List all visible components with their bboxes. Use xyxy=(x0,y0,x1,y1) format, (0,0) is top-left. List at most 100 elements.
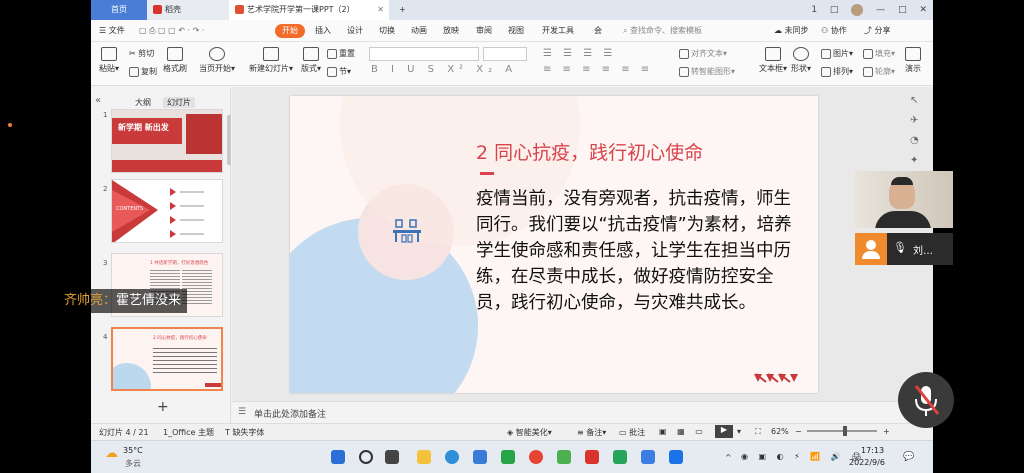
tab-docer[interactable]: 稻壳 xyxy=(147,0,229,20)
shape-button[interactable]: 形状▾ xyxy=(791,47,811,74)
notes-pane[interactable]: ☰ 单击此处添加备注 xyxy=(232,401,933,423)
search-icon[interactable] xyxy=(359,450,373,464)
zoom-slider-thumb[interactable] xyxy=(843,426,847,436)
menu-review[interactable]: 审阅 xyxy=(476,24,492,38)
slide-body-text[interactable]: 疫情当前，没有旁观者，抗击疫情，师生同行。我们要以“抗击疫情”为素材，培养学生使… xyxy=(476,186,806,316)
menu-slideshow[interactable]: 放映 xyxy=(443,24,459,38)
zoom-level[interactable]: 62% xyxy=(771,427,789,436)
picture-button[interactable]: 图片▾ xyxy=(821,48,853,59)
collapse-pane-icon[interactable]: « xyxy=(95,95,101,106)
edge-icon[interactable] xyxy=(445,450,459,464)
fit-window-icon[interactable]: ⛶ xyxy=(755,427,761,437)
close-window-button[interactable]: ✕ xyxy=(919,5,927,15)
command-search[interactable]: ⌕ 查找命令、搜索模板 xyxy=(623,24,702,38)
tencent-meeting-icon[interactable] xyxy=(641,450,655,464)
notes-handle-icon[interactable]: ☰ xyxy=(238,407,246,417)
beautify-button[interactable]: ◈ 智能美化▾ xyxy=(507,427,552,438)
chrome-icon[interactable] xyxy=(529,450,543,464)
store-icon[interactable] xyxy=(473,450,487,464)
layout-button[interactable]: 版式▾ xyxy=(301,47,321,74)
slide-title[interactable]: 2 同心抗疫，践行初心使命 xyxy=(476,138,703,165)
style-tool-icon[interactable]: ◔ xyxy=(910,135,926,155)
close-tab-icon[interactable]: ✕ xyxy=(377,0,384,20)
fill-button[interactable]: 填充▾ xyxy=(863,48,895,59)
slide-thumb-2[interactable]: CONTENTS xyxy=(111,179,223,243)
zoom-slider[interactable] xyxy=(807,430,877,432)
copy-button[interactable]: 复制 xyxy=(129,66,157,77)
menu-start[interactable]: 开始 xyxy=(275,24,305,38)
missing-font-button[interactable]: T 缺失字体 xyxy=(225,427,264,438)
participant-video[interactable] xyxy=(855,171,953,228)
app-icon[interactable] xyxy=(557,450,571,464)
textbox-button[interactable]: 文本框▾ xyxy=(759,47,787,74)
menu-developer[interactable]: 开发工具 xyxy=(542,24,574,38)
windows-start-icon[interactable] xyxy=(331,450,345,464)
align-text-button[interactable]: 对齐文本▾ xyxy=(679,48,727,59)
play-slideshow-button[interactable]: ▶ xyxy=(715,425,733,438)
paragraph-list-buttons[interactable]: ☰ ☰ ☰ ☰ xyxy=(543,48,616,59)
photos-icon[interactable] xyxy=(669,450,683,464)
clock-time[interactable]: 17:13 xyxy=(861,446,884,455)
menu-animation[interactable]: 动画 xyxy=(411,24,427,38)
wps-icon[interactable] xyxy=(585,450,599,464)
tab-outline[interactable]: 大纲 xyxy=(135,97,151,108)
layout-icon[interactable]: 1 xyxy=(811,5,817,15)
tab-document[interactable]: 艺术学院开学第一课PPT（2） ✕ xyxy=(229,0,389,20)
tab-slides[interactable]: 幻灯片 xyxy=(163,97,195,108)
new-slide-button[interactable]: 新建幻灯片▾ xyxy=(249,47,293,74)
zoom-in-icon[interactable]: + xyxy=(883,427,890,436)
menu-more[interactable]: 会 xyxy=(594,24,602,38)
font-format-buttons[interactable]: B I U S X² X₂ A xyxy=(371,64,517,75)
wechat-icon[interactable] xyxy=(501,450,515,464)
rocket-tool-icon[interactable]: ✈ xyxy=(910,115,926,135)
paragraph-align-buttons[interactable]: ≡ ≡ ≡ ≡ ≡ ≡ xyxy=(543,64,653,75)
notification-icon[interactable]: 💬 xyxy=(903,452,914,462)
apps-icon[interactable]: □ xyxy=(830,5,839,15)
file-explorer-icon[interactable] xyxy=(417,450,431,464)
sync-status[interactable]: ☁ 未同步 xyxy=(774,24,809,38)
weather-temp[interactable]: 35°C xyxy=(123,446,143,455)
task-view-icon[interactable] xyxy=(385,450,399,464)
slideshow-menu-icon[interactable]: ▾ xyxy=(737,427,741,436)
tray-overflow-icon[interactable]: ^ xyxy=(725,453,732,462)
menu-view[interactable]: 视图 xyxy=(508,24,524,38)
cut-button[interactable]: ✂ 剪切 xyxy=(129,48,154,59)
format-painter-button[interactable]: 格式刷 xyxy=(163,47,187,74)
font-name-select[interactable] xyxy=(369,47,479,61)
system-tray-icons[interactable]: ◉ ▣ ◐ ⚡ 📶 🔊 🖨 xyxy=(741,452,865,461)
pointer-tool-icon[interactable]: ↖ xyxy=(910,95,926,115)
smartart-button[interactable]: 转智能图形▾ xyxy=(679,66,735,77)
arrange-button[interactable]: 排列▾ xyxy=(821,66,853,77)
slide-thumb-1[interactable]: 新学期 新出发 xyxy=(111,109,223,173)
menu-transition[interactable]: 切换 xyxy=(379,24,395,38)
zoom-out-icon[interactable]: − xyxy=(795,427,802,436)
quick-access-toolbar[interactable]: ▢ ⎙ ▢ ▢ ↶ · ↷ · xyxy=(139,24,204,38)
clock-date[interactable]: 2022/9/6 xyxy=(849,458,885,467)
collaborate-button[interactable]: ⚇ 协作 xyxy=(821,24,847,38)
mute-mic-button[interactable] xyxy=(898,372,954,428)
tab-home[interactable]: 首页 xyxy=(91,0,147,20)
view-mode-buttons[interactable]: ▣ ▦ ▭ xyxy=(659,427,707,436)
share-button[interactable]: ⤴ 分享 xyxy=(864,24,891,38)
mic-icon[interactable]: 🎙 xyxy=(893,241,907,254)
add-slide-button[interactable]: + xyxy=(157,399,169,415)
pane-scrollbar[interactable] xyxy=(227,115,231,165)
section-button[interactable]: 节▾ xyxy=(327,66,351,77)
notes-toggle-button[interactable]: ≡ 备注▾ xyxy=(577,427,606,438)
comments-toggle-button[interactable]: ▭ 批注 xyxy=(619,427,645,438)
present-button[interactable]: 演示 xyxy=(905,47,921,74)
maximize-button[interactable]: □ xyxy=(898,5,907,15)
minimize-button[interactable]: — xyxy=(876,5,885,15)
slide-thumb-4[interactable]: 2 同心抗疫，践行初心使命 xyxy=(111,327,223,391)
font-size-select[interactable] xyxy=(483,47,527,61)
avatar[interactable] xyxy=(851,3,864,16)
file-menu[interactable]: ☰ 文件 xyxy=(99,24,125,38)
outline-button[interactable]: 轮廓▾ xyxy=(863,66,895,77)
new-tab-button[interactable]: + xyxy=(393,0,412,20)
reset-button[interactable]: 重置 xyxy=(327,48,355,59)
menu-insert[interactable]: 插入 xyxy=(315,24,331,38)
meeting-icon[interactable] xyxy=(613,450,627,464)
current-slide[interactable]: 2 同心抗疫，践行初心使命 疫情当前，没有旁观者，抗击疫情，师生同行。我们要以“… xyxy=(290,96,818,393)
start-from-current-button[interactable]: 当页开始▾ xyxy=(199,47,235,74)
paste-button[interactable]: 粘贴▾ xyxy=(99,47,119,74)
